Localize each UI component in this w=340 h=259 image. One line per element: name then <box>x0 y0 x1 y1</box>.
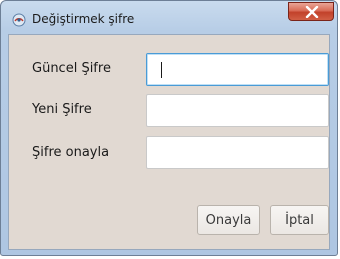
password-dialog-window: Değiştirmek şifre Güncel Şifre Yeni Şifr… <box>0 0 338 256</box>
text-cursor <box>161 62 162 78</box>
close-icon <box>305 6 319 18</box>
java-app-icon <box>12 12 26 27</box>
confirm-password-field[interactable] <box>146 136 329 169</box>
new-password-label: Yeni Şifre <box>32 102 92 117</box>
new-password-field[interactable] <box>146 94 329 127</box>
window-title: Değiştirmek şifre <box>32 12 135 26</box>
dialog-client-area: Güncel Şifre Yeni Şifre Şifre onayla Ona… <box>8 34 330 250</box>
current-password-field[interactable] <box>146 53 329 86</box>
cancel-button[interactable]: İptal <box>270 205 329 235</box>
confirm-button[interactable]: Onayla <box>197 205 260 235</box>
close-button[interactable] <box>288 2 334 21</box>
title-bar[interactable]: Değiştirmek şifre <box>1 1 337 35</box>
confirm-password-label: Şifre onayla <box>32 145 110 160</box>
current-password-label: Güncel Şifre <box>32 61 111 76</box>
